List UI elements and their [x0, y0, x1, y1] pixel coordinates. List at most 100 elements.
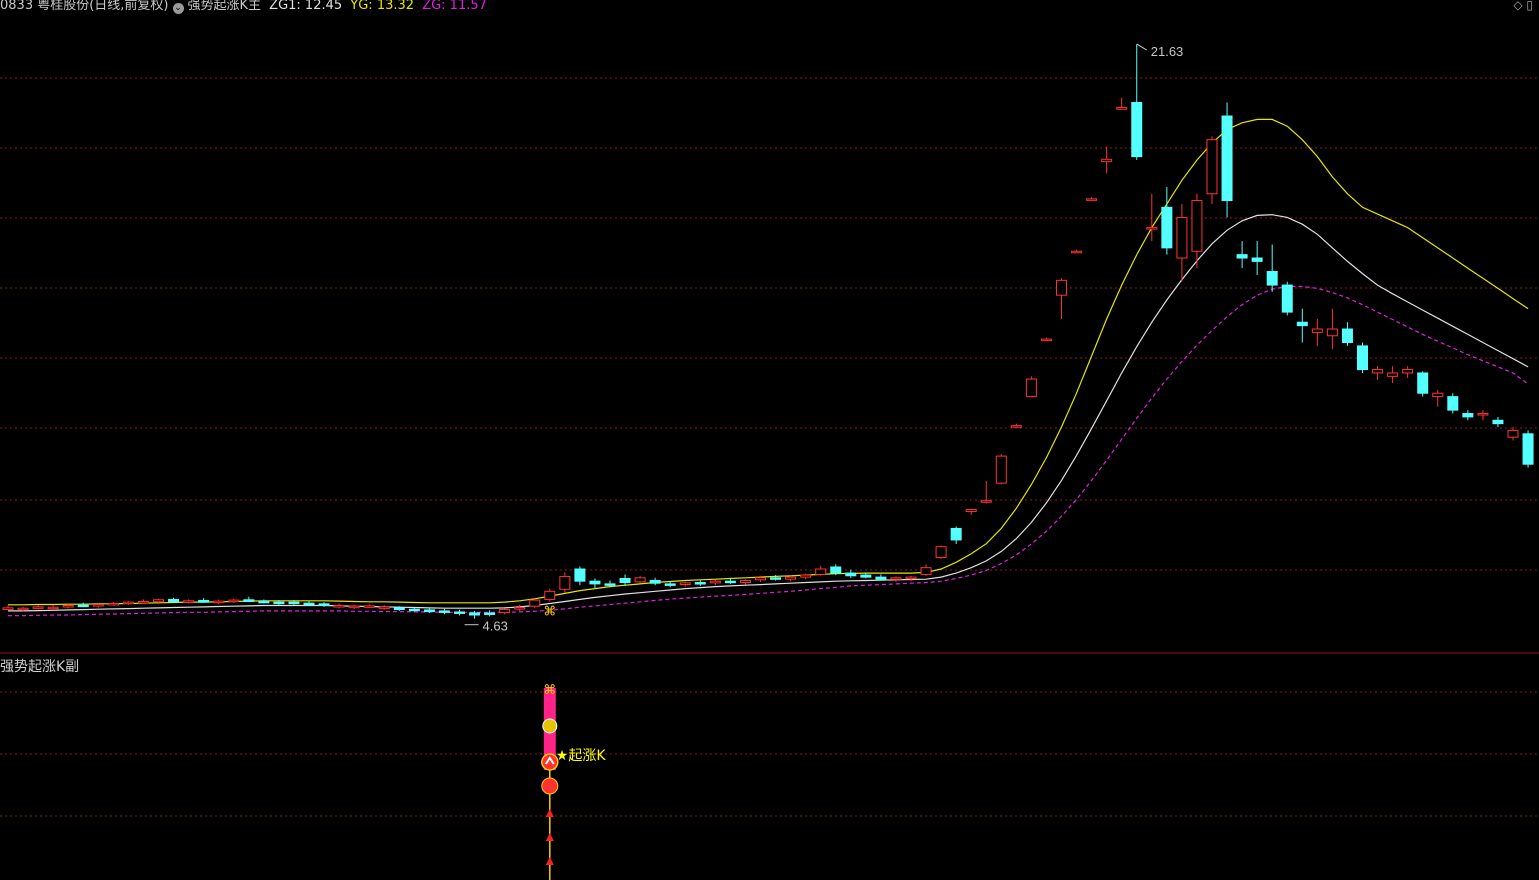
candle [1221, 102, 1233, 218]
candle-body [1116, 107, 1128, 110]
candle-body [1402, 369, 1414, 374]
candle-body [755, 577, 766, 581]
candle-body [454, 611, 465, 614]
stock-chart: 21.63 4.63 ⌘ ⌘ ★起涨K [0, 43, 1539, 880]
candle [890, 576, 902, 582]
butterfly-icon: ⌘ [543, 604, 556, 619]
high-pointer [1136, 43, 1148, 51]
candle-body [995, 455, 1007, 484]
candle-body [469, 612, 481, 616]
candle [1206, 136, 1218, 204]
candle-body [589, 580, 601, 585]
candle [1387, 366, 1399, 384]
candle-body [378, 606, 390, 609]
candle-body [363, 605, 375, 608]
indicator-name[interactable]: 强势起涨K主 [188, 0, 262, 13]
candle-body [198, 599, 210, 603]
candle-body [875, 576, 887, 580]
candle [1040, 337, 1052, 342]
candle-body [17, 607, 29, 611]
candle-body [228, 599, 240, 603]
low-label: 4.63 [483, 619, 508, 634]
candle [980, 481, 992, 504]
candle [1417, 371, 1429, 397]
zg1-value: ZG1: 12.45 [269, 0, 343, 13]
candle [544, 588, 556, 602]
candle-body [1191, 200, 1203, 252]
candle-body [32, 606, 44, 609]
candle-body [318, 603, 330, 607]
candle [1372, 366, 1384, 380]
high-label: 21.63 [1151, 44, 1184, 59]
candle [1447, 393, 1459, 414]
candle [1357, 342, 1368, 373]
candle-body [1417, 372, 1429, 394]
candle [935, 545, 947, 559]
candle-body [348, 605, 360, 609]
duo-badge-icon [541, 777, 559, 795]
candle-body [1221, 115, 1233, 202]
candle-body [709, 580, 721, 584]
candle-body [243, 599, 255, 602]
candle-body [860, 574, 872, 578]
candle [32, 604, 44, 610]
candle [739, 579, 751, 585]
candle-body [1146, 227, 1158, 230]
candle-body [122, 601, 134, 605]
diamond-icon[interactable]: ◇ ▯ [1513, 0, 1533, 12]
candle-body [905, 576, 917, 580]
candle [619, 574, 631, 586]
candle-body [1507, 429, 1519, 438]
candle [423, 607, 435, 613]
candle [1477, 410, 1489, 421]
candle [378, 605, 390, 610]
candle [785, 575, 797, 582]
candle-body [664, 583, 676, 586]
candle-body [920, 567, 932, 575]
candle [198, 598, 210, 603]
candle-body [634, 577, 646, 583]
candle-body [484, 612, 496, 615]
candle [1251, 241, 1263, 275]
candle-body [815, 568, 827, 575]
indicator-dropdown-icon[interactable]: ⌄ [172, 3, 184, 14]
candle [183, 599, 195, 604]
candle-body [1266, 271, 1278, 286]
candle-body [980, 500, 992, 503]
ma-line-zg [8, 285, 1529, 617]
candle-body [1492, 419, 1504, 425]
candle-body [1462, 413, 1474, 418]
candle-body [1522, 433, 1534, 465]
candle [1507, 427, 1519, 441]
moving-average-lines [8, 118, 1529, 617]
candle [875, 574, 887, 581]
candle [1176, 203, 1188, 282]
candle [604, 580, 616, 587]
candle [1236, 241, 1248, 269]
candle-body [1311, 328, 1323, 333]
candle-body [1447, 396, 1459, 411]
red-arrow-icon [545, 809, 554, 817]
candle [559, 572, 571, 593]
candle [213, 599, 225, 605]
candle [243, 596, 255, 603]
candle-body [273, 601, 285, 605]
candle-body [1101, 158, 1113, 163]
candle-body [1236, 254, 1248, 259]
candle [92, 603, 104, 608]
candle [1341, 322, 1353, 346]
candle [965, 508, 977, 515]
candle [303, 601, 315, 606]
candle-body [92, 604, 104, 607]
candle-body [935, 546, 947, 559]
candle [228, 598, 240, 603]
candle-body [574, 568, 586, 582]
candle [363, 604, 375, 609]
candle [529, 598, 541, 609]
candle [107, 602, 119, 606]
candle [574, 566, 586, 586]
candle-body [679, 582, 691, 586]
candle-body [47, 606, 59, 610]
candle [950, 526, 962, 544]
candle-body [785, 576, 797, 580]
